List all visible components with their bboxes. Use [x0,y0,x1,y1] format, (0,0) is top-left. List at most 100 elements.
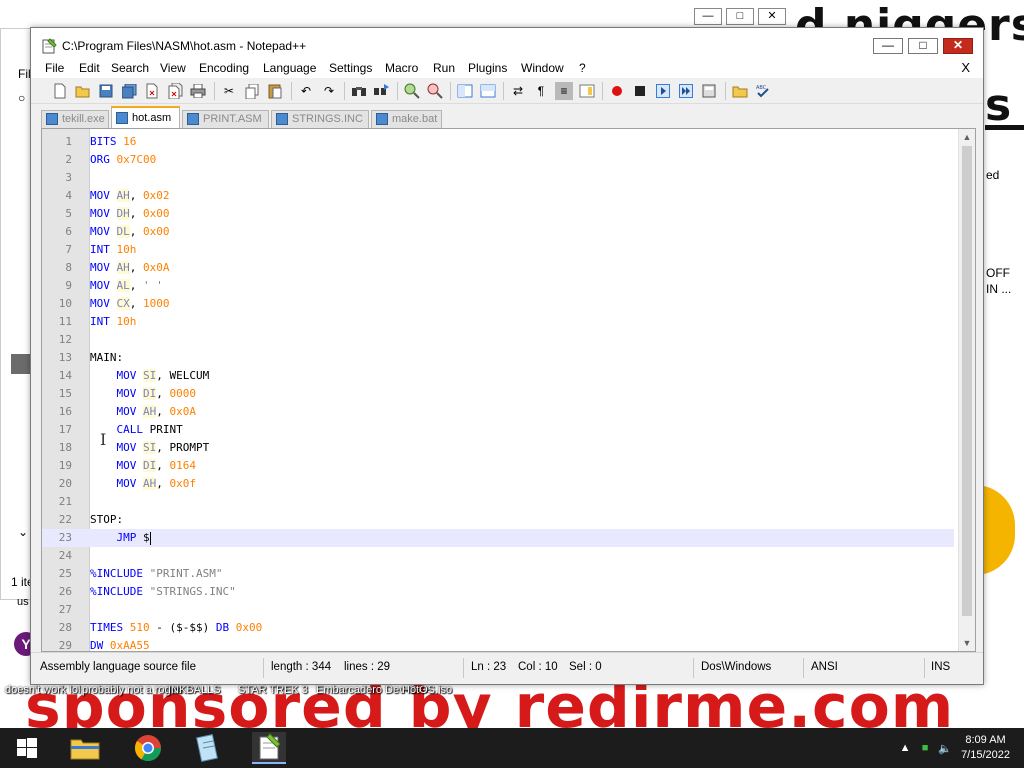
notepad-icon[interactable] [190,732,224,764]
menu-help[interactable]: ? [579,61,586,75]
desktop-icon-label[interactable]: INKBALLS [168,684,221,696]
new-file-icon[interactable] [51,82,69,100]
bg-close-icon[interactable]: ✕ [758,8,786,25]
cut-icon[interactable]: ✂ [220,82,238,100]
code-line[interactable]: 2 ORG 0x7C00 [42,151,954,169]
paste-icon[interactable] [266,82,284,100]
clock[interactable]: 8:09 AM 7/15/2022 [955,733,1024,763]
start-button-icon[interactable] [10,732,44,764]
code-line[interactable]: 26 %INCLUDE "STRINGS.INC" [42,583,954,601]
code-line[interactable]: 27 [42,601,954,619]
battery-icon[interactable]: ■ [915,742,935,754]
code-line[interactable]: 16 MOV AH, 0x0A [42,403,954,421]
redo-icon[interactable]: ↷ [320,82,338,100]
code-line[interactable]: 11 INT 10h [42,313,954,331]
volume-icon[interactable]: 🔈 [935,742,955,755]
scroll-down-icon[interactable]: ▼ [959,635,975,651]
status-encoding[interactable]: ANSI [811,661,838,673]
code-line[interactable]: 3 [42,169,954,187]
code-line[interactable]: 13 MAIN: [42,349,954,367]
menu-macro[interactable]: Macro [385,61,418,75]
notepadpp-taskbar-icon[interactable] [252,732,286,764]
menu-settings[interactable]: Settings [329,61,372,75]
close-document-button[interactable]: X [961,60,970,75]
code-line[interactable]: 9 MOV AL, ' ' [42,277,954,295]
undo-icon[interactable]: ↶ [297,82,315,100]
word-wrap-icon[interactable]: ⇄ [509,82,527,100]
sync-horizontal-icon[interactable] [479,82,497,100]
current-code-line[interactable]: 23 JMP $ [42,529,954,547]
tab-make-bat[interactable]: make.bat [371,110,442,128]
show-hidden-icons-icon[interactable]: ▲ [895,742,915,754]
file-explorer-icon[interactable] [68,732,102,764]
code-line[interactable]: 4 MOV AH, 0x02 [42,187,954,205]
code-line[interactable]: 21 [42,493,954,511]
zoom-out-icon[interactable] [426,82,444,100]
minimize-button[interactable]: — [873,38,903,54]
menu-plugins[interactable]: Plugins [468,61,507,75]
print-icon[interactable] [189,82,207,100]
close-file-icon[interactable] [143,82,161,100]
menu-search[interactable]: Search [111,61,149,75]
maximize-button[interactable]: □ [908,38,938,54]
open-file-icon[interactable] [74,82,92,100]
desktop-icon-label[interactable]: doesn't work lol [5,684,80,696]
code-line[interactable]: 18 MOV SI, PROMPT [42,439,954,457]
menu-language[interactable]: Language [263,61,316,75]
code-line[interactable]: 17 CALL PRINT [42,421,954,439]
launch-browser-icon[interactable] [731,82,749,100]
spell-check-icon[interactable]: ABC [754,82,772,100]
code-line[interactable]: 24 [42,547,954,565]
code-editor[interactable]: 1 BITS 16 2 ORG 0x7C00 3 4 MOV AH, 0x02 5 MO… [41,128,976,652]
record-macro-icon[interactable] [608,82,626,100]
tab-hot-asm[interactable]: hot.asm [111,106,180,128]
code-line[interactable]: 19 MOV DI, 0164 [42,457,954,475]
show-all-chars-icon[interactable]: ¶ [532,82,550,100]
sync-vertical-icon[interactable] [456,82,474,100]
code-line[interactable]: 20 MOV AH, 0x0f [42,475,954,493]
menu-edit[interactable]: Edit [79,61,100,75]
code-line[interactable]: 1 BITS 16 [42,133,954,151]
status-eol-format[interactable]: Dos\Windows [701,661,771,673]
save-all-icon[interactable] [120,82,138,100]
tab-strings-inc[interactable]: STRINGS.INC [271,110,369,128]
code-line[interactable]: 7 INT 10h [42,241,954,259]
vertical-scrollbar[interactable]: ▲ ▼ [958,129,975,651]
menu-file[interactable]: File [45,61,64,75]
code-line[interactable]: 28 TIMES 510 - ($-$$) DB 0x00 [42,619,954,637]
zoom-in-icon[interactable] [403,82,421,100]
chrome-icon[interactable] [131,732,165,764]
menu-window[interactable]: Window [521,61,564,75]
code-line[interactable]: 10 MOV CX, 1000 [42,295,954,313]
save-macro-icon[interactable] [700,82,718,100]
close-all-icon[interactable] [166,82,184,100]
tab-print-asm[interactable]: PRINT.ASM [182,110,269,128]
code-line[interactable]: 8 MOV AH, 0x0A [42,259,954,277]
status-insert-mode[interactable]: INS [931,661,950,673]
find-icon[interactable] [350,82,368,100]
tab-tekill[interactable]: tekill.exe [41,110,109,128]
bg-maximize-icon[interactable]: □ [726,8,754,25]
save-icon[interactable] [97,82,115,100]
code-line[interactable]: 15 MOV DI, 0000 [42,385,954,403]
scroll-up-icon[interactable]: ▲ [959,129,975,145]
desktop-icon-label[interactable]: STAR TREK 3 [238,684,308,696]
code-line[interactable]: 12 [42,331,954,349]
code-line[interactable]: 22 STOP: [42,511,954,529]
scroll-thumb[interactable] [962,146,972,616]
doc-map-icon[interactable] [578,82,596,100]
code-line[interactable]: 5 MOV DH, 0x00 [42,205,954,223]
copy-icon[interactable] [243,82,261,100]
indent-guide-icon[interactable]: ≡ [555,82,573,100]
menu-run[interactable]: Run [433,61,455,75]
code-line[interactable]: 25 %INCLUDE "PRINT.ASM" [42,565,954,583]
code-line[interactable]: 6 MOV DL, 0x00 [42,223,954,241]
menu-encoding[interactable]: Encoding [199,61,249,75]
desktop-icon-label[interactable]: HotOS.iso [402,684,452,696]
play-multiple-icon[interactable] [677,82,695,100]
bg-minimize-icon[interactable]: — [694,8,722,25]
replace-icon[interactable] [373,82,391,100]
stop-macro-icon[interactable] [631,82,649,100]
code-line[interactable]: 29 DW 0xAA55 [42,637,954,651]
code-line[interactable]: 14 MOV SI, WELCUM [42,367,954,385]
